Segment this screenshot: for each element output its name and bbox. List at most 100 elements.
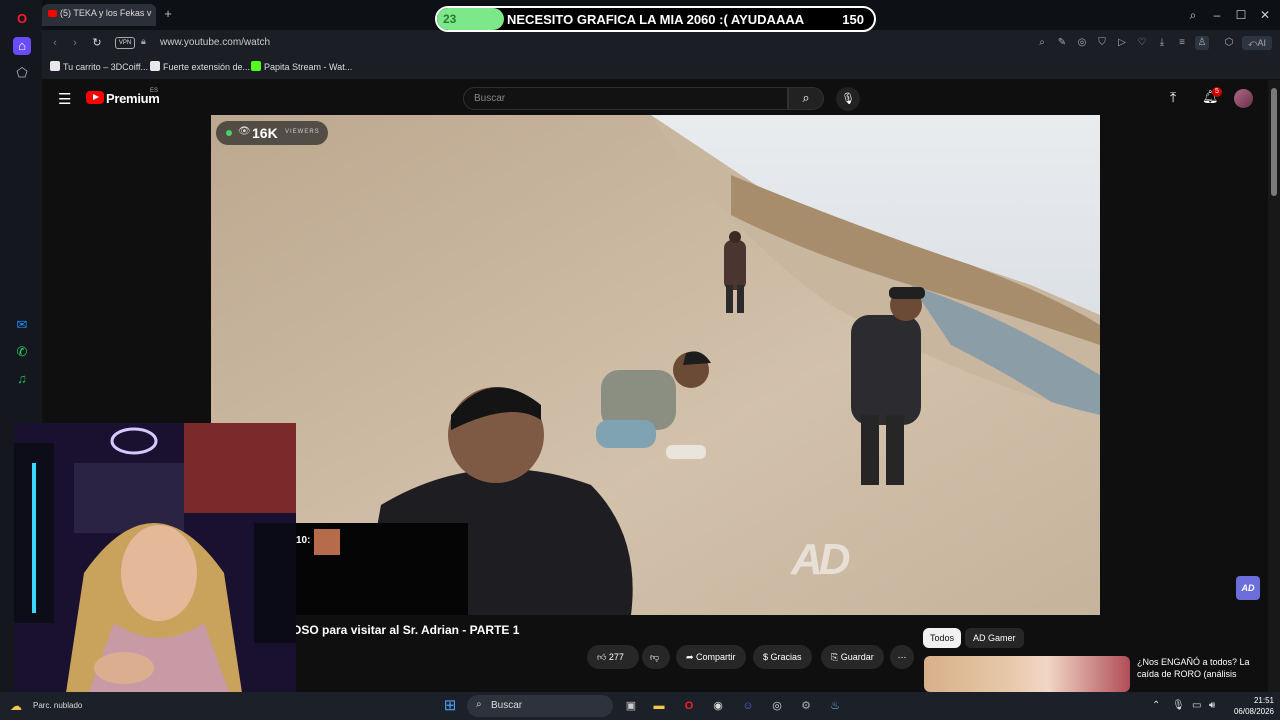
bookmark-icon: ⎘ xyxy=(831,652,841,662)
bookmark-item[interactable]: Fuerte extensión de... xyxy=(150,61,250,72)
search-tabs-icon[interactable]: ⌕ xyxy=(1184,6,1202,24)
recommendation-title[interactable]: ¿Nos ENGAÑÓ a todos? La caída de RORO (a… xyxy=(1137,656,1257,680)
address-bar: ‹ › ↻ VPN 🔒︎ www.youtube.com/watch ⌕ ✎ ◎… xyxy=(42,30,1280,56)
taskbar-search[interactable]: ⌕ Buscar xyxy=(467,695,613,717)
minimize-button[interactable]: – xyxy=(1208,6,1226,24)
zoom-icon[interactable]: ⌕ xyxy=(1035,36,1049,50)
close-window-button[interactable]: ✕ xyxy=(1256,6,1274,24)
bookmarks-bar: Tu carrito – 3DCoiff... Fuerte extensión… xyxy=(42,56,1280,80)
hamburger-menu-icon[interactable]: ☰ xyxy=(58,90,71,108)
new-tab-button[interactable]: + xyxy=(160,6,176,22)
volume-icon[interactable]: 🔊︎ xyxy=(1209,700,1215,711)
chat-timestamp: 10: xyxy=(296,535,311,546)
avatar[interactable] xyxy=(1234,89,1253,108)
maximize-button[interactable]: ☐ xyxy=(1232,6,1250,24)
shield-icon[interactable]: ⛉ xyxy=(1095,36,1109,50)
bookmark-favicon-icon xyxy=(150,61,160,71)
start-icon[interactable]: ⊞ xyxy=(441,697,459,715)
like-button[interactable]: 👍︎ 277 xyxy=(587,645,639,669)
profile-icon[interactable]: ♙ xyxy=(1195,36,1209,50)
lock-icon[interactable]: 🔒︎ xyxy=(141,36,146,47)
clock-date[interactable]: 06/08/2026 xyxy=(1228,707,1274,716)
region-code: ES xyxy=(150,88,159,94)
discord-icon[interactable]: ☺ xyxy=(739,697,757,715)
task-view-icon[interactable]: ▣ xyxy=(622,697,640,715)
live-dot xyxy=(226,130,232,136)
spotify-icon[interactable]: ♫ xyxy=(13,370,31,388)
opera-logo-icon[interactable]: O xyxy=(13,10,31,28)
youtube-logo-icon[interactable] xyxy=(86,91,104,104)
ai-button[interactable]: ⤺AI xyxy=(1242,36,1272,50)
share-button[interactable]: ➦ Compartir xyxy=(676,645,746,669)
network-icon[interactable]: ▭ xyxy=(1192,700,1201,711)
messenger-icon[interactable]: ✉ xyxy=(13,316,31,334)
search-box xyxy=(463,87,788,110)
settings-icon[interactable]: ⚙ xyxy=(797,697,815,715)
forward-icon[interactable]: › xyxy=(68,36,82,50)
viewer-count-pill: 👁︎ 16K VIEWERS xyxy=(216,121,328,145)
taskbar-search-label: Buscar xyxy=(491,700,523,711)
obs-icon[interactable]: ◉ xyxy=(709,697,727,715)
heart-icon[interactable]: ♡ xyxy=(1135,36,1149,50)
stream-goal-bar: 23 NECESITO GRAFICA LA MIA 2060 :( AYUDA… xyxy=(435,6,876,32)
share-icon: ➦ xyxy=(686,652,697,662)
save-button[interactable]: ⎘ Guardar xyxy=(821,645,884,669)
tray-expand-icon[interactable]: ⌃ xyxy=(1152,700,1160,711)
whatsapp-icon[interactable]: ✆ xyxy=(13,343,31,361)
webcam-frame xyxy=(14,423,296,706)
streamer-webcam xyxy=(14,423,296,706)
ai-label: AI xyxy=(1257,38,1267,48)
voice-search-button[interactable]: 🎙︎ xyxy=(836,87,860,111)
thumbs-down-icon: 👎︎ xyxy=(650,652,660,662)
chat-overlay: 10: xyxy=(296,523,468,615)
snapshot-icon[interactable]: ◎ xyxy=(1075,36,1089,50)
home-icon[interactable]: ⌂ xyxy=(13,37,31,55)
clock-time[interactable]: 21:51 xyxy=(1238,696,1274,705)
page-scrollbar[interactable] xyxy=(1268,80,1280,692)
scrollbar-thumb[interactable] xyxy=(1271,88,1277,196)
weather-label[interactable]: Parc. nublado xyxy=(33,701,82,710)
bookmark-label: Fuerte extensión de... xyxy=(163,62,251,72)
vpn-badge[interactable]: VPN xyxy=(115,37,135,49)
more-actions-button[interactable]: ⋯ xyxy=(890,645,914,669)
like-count: 277 xyxy=(608,652,624,662)
goal-target-value: 150 xyxy=(842,12,864,27)
opera-taskbar-icon[interactable]: O xyxy=(680,697,698,715)
viewers-label: VIEWERS xyxy=(285,129,320,135)
tab-youtube[interactable]: (5) TEKA y los Fekas v xyxy=(42,4,156,26)
channel-corner-logo: AD xyxy=(1236,576,1260,600)
extension-icon[interactable]: ⬡ xyxy=(1222,36,1236,50)
send-icon[interactable]: ▷ xyxy=(1115,36,1129,50)
search-button[interactable]: ⌕ xyxy=(788,87,824,110)
file-explorer-icon[interactable]: ▬ xyxy=(650,697,668,715)
recommendation-thumbnail[interactable] xyxy=(924,656,1130,692)
steam-icon[interactable]: ♨ xyxy=(826,697,844,715)
reload-icon[interactable]: ↻ xyxy=(90,36,104,50)
edit-icon[interactable]: ✎ xyxy=(1055,36,1069,50)
tab-title: (5) TEKA y los Fekas v xyxy=(60,8,152,18)
desktop-screen: O ⌂ ⬠ ✉ ✆ ♫ (5) TEKA y los Fekas v + ⌕ –… xyxy=(0,0,1280,720)
search-icon: ⌕ xyxy=(802,90,810,105)
bookmark-label: Papita Stream - Wat... xyxy=(264,62,353,72)
weather-icon[interactable]: ☁ xyxy=(10,699,22,713)
bookmark-favicon-icon xyxy=(50,61,60,71)
url-field[interactable]: www.youtube.com/watch xyxy=(160,37,270,48)
microphone-tray-icon[interactable]: 🎙︎ xyxy=(1172,700,1185,711)
menu-list-icon[interactable]: ≡ xyxy=(1175,36,1189,50)
chrome-icon[interactable]: ◎ xyxy=(768,697,786,715)
bookmark-item[interactable]: Papita Stream - Wat... xyxy=(251,61,352,72)
thumbs-up-icon: 👍︎ xyxy=(597,652,609,662)
bookmark-item[interactable]: Tu carrito – 3DCoiff... xyxy=(50,61,148,72)
search-icon: ⌕ xyxy=(476,699,482,710)
pinboard-icon[interactable]: ⬠ xyxy=(13,64,31,82)
upload-icon[interactable]: ⤒ xyxy=(1170,89,1176,106)
search-input[interactable] xyxy=(464,88,787,109)
youtube-header: ☰ Premium ES ⌕ 🎙︎ ⤒ 🔔︎ 5 xyxy=(42,80,1268,116)
chip-all[interactable]: Todos xyxy=(923,628,962,648)
download-icon[interactable]: ⤓ xyxy=(1155,36,1169,50)
thanks-button[interactable]: $ Gracias xyxy=(753,645,812,669)
microphone-icon: 🎙︎ xyxy=(841,93,855,105)
back-icon[interactable]: ‹ xyxy=(48,36,62,50)
dislike-button[interactable]: 👎︎ xyxy=(642,645,670,669)
chip-channel[interactable]: AD Gamer xyxy=(965,628,1024,648)
